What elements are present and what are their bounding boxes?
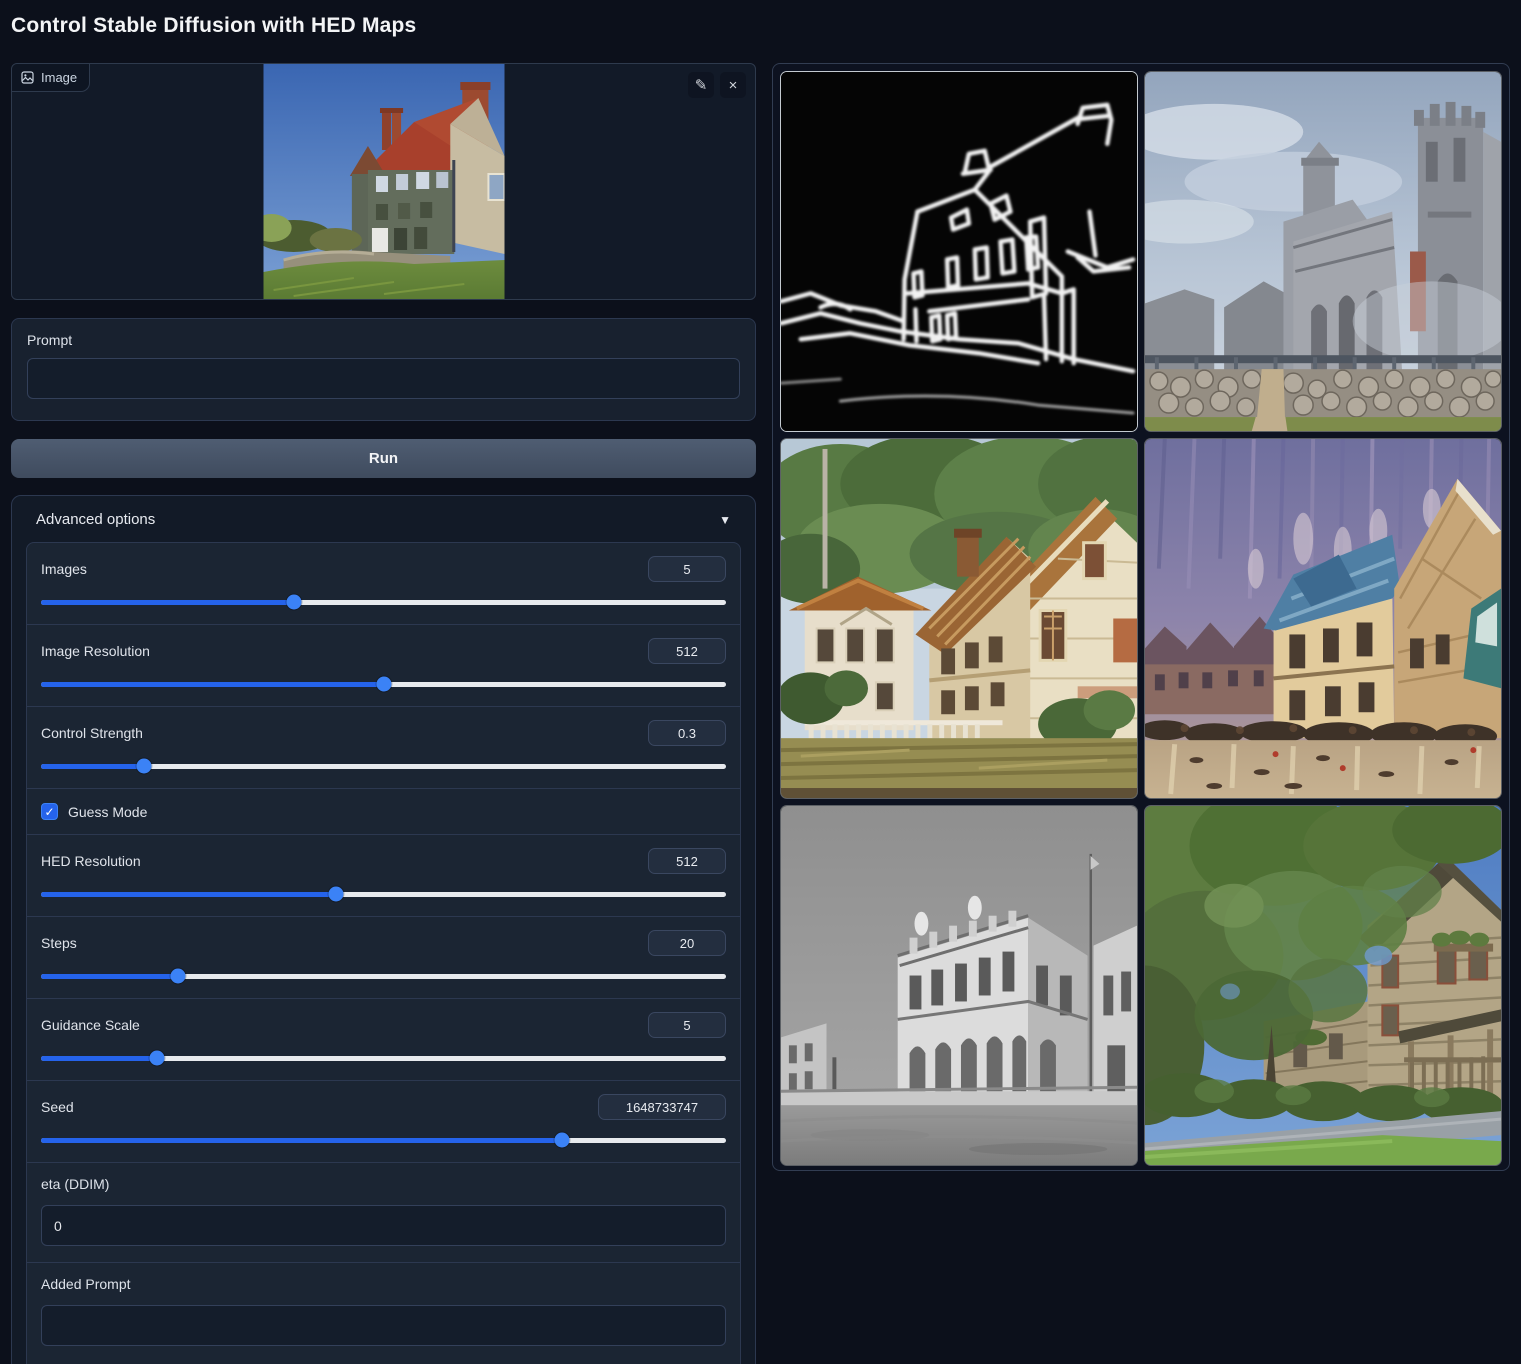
prompt-panel: Prompt xyxy=(11,318,756,421)
control-strength-label: Control Strength xyxy=(41,725,143,741)
wooden-house-image xyxy=(1145,806,1501,1165)
guess-mode-row: ✓ Guess Mode xyxy=(27,789,740,835)
steps-label: Steps xyxy=(41,935,77,951)
steps-number-input[interactable] xyxy=(648,930,726,956)
images-row: Images xyxy=(27,543,740,625)
collapse-arrow-icon: ▼ xyxy=(719,513,731,527)
added-prompt-input[interactable] xyxy=(41,1305,726,1346)
gallery-item-victorian-house[interactable] xyxy=(780,438,1138,799)
image-actions: ✎ × xyxy=(688,72,746,98)
seed-number-input[interactable] xyxy=(598,1094,726,1120)
eta-input[interactable] xyxy=(41,1205,726,1246)
advanced-options-header[interactable]: Advanced options ▼ xyxy=(26,496,741,542)
clear-image-button[interactable]: × xyxy=(720,72,746,98)
added-prompt-row: Added Prompt xyxy=(27,1263,740,1364)
advanced-options-title: Advanced options xyxy=(36,511,155,528)
page-title: Control Stable Diffusion with HED Maps xyxy=(11,14,416,38)
grayscale-building-image xyxy=(781,806,1137,1165)
app-root: Control Stable Diffusion with HED Maps I… xyxy=(0,0,1521,1364)
gallery-item-wooden-house[interactable] xyxy=(1144,805,1502,1166)
steps-slider[interactable] xyxy=(41,970,726,982)
close-icon: × xyxy=(729,78,738,93)
cathedral-image xyxy=(1145,72,1501,431)
control-strength-number-input[interactable] xyxy=(648,720,726,746)
prompt-label: Prompt xyxy=(27,332,740,348)
edit-image-button[interactable]: ✎ xyxy=(688,72,714,98)
hed-resolution-row: HED Resolution xyxy=(27,835,740,917)
guidance-scale-label: Guidance Scale xyxy=(41,1017,140,1033)
images-label: Images xyxy=(41,561,87,577)
prompt-input[interactable] xyxy=(27,358,740,399)
gallery-item-grayscale-building[interactable] xyxy=(780,805,1138,1166)
image-icon xyxy=(21,71,34,84)
guidance-scale-number-input[interactable] xyxy=(648,1012,726,1038)
seed-slider[interactable] xyxy=(41,1134,726,1146)
hed-resolution-slider-thumb[interactable] xyxy=(328,887,343,902)
control-strength-slider-thumb[interactable] xyxy=(136,759,151,774)
gallery-item-hed-map[interactable] xyxy=(780,71,1138,432)
control-strength-row: Control Strength xyxy=(27,707,740,789)
image-resolution-slider[interactable] xyxy=(41,678,726,690)
guess-mode-checkbox[interactable]: ✓ xyxy=(41,803,58,820)
image-resolution-number-input[interactable] xyxy=(648,638,726,664)
impressionist-painting-image xyxy=(1145,439,1501,798)
pencil-icon: ✎ xyxy=(695,78,708,93)
gallery-item-impressionist-painting[interactable] xyxy=(1144,438,1502,799)
eta-label: eta (DDIM) xyxy=(41,1176,726,1192)
seed-row: Seed xyxy=(27,1081,740,1163)
hed-resolution-number-input[interactable] xyxy=(648,848,726,874)
gallery-item-cathedral[interactable] xyxy=(1144,71,1502,432)
images-slider[interactable] xyxy=(41,596,726,608)
image-resolution-label: Image Resolution xyxy=(41,643,150,659)
uploaded-house-photo xyxy=(263,64,504,300)
advanced-options-form: Images Image Resolution xyxy=(26,542,741,1364)
guidance-scale-slider[interactable] xyxy=(41,1052,726,1064)
image-resolution-row: Image Resolution xyxy=(27,625,740,707)
hed-resolution-label: HED Resolution xyxy=(41,853,141,869)
steps-row: Steps xyxy=(27,917,740,999)
guidance-scale-row: Guidance Scale xyxy=(27,999,740,1081)
hed-resolution-slider[interactable] xyxy=(41,888,726,900)
run-button[interactable]: Run xyxy=(11,439,756,478)
guess-mode-label: Guess Mode xyxy=(68,804,147,820)
control-strength-slider[interactable] xyxy=(41,760,726,772)
steps-slider-thumb[interactable] xyxy=(171,969,186,984)
added-prompt-label: Added Prompt xyxy=(41,1276,726,1292)
input-image-panel: Image ✎ × xyxy=(11,63,756,300)
images-number-input[interactable] xyxy=(648,556,726,582)
image-component-label: Image xyxy=(12,64,90,92)
hed-map-image xyxy=(781,72,1137,431)
guidance-scale-slider-thumb[interactable] xyxy=(150,1051,165,1066)
victorian-house-image xyxy=(781,439,1137,798)
eta-row: eta (DDIM) xyxy=(27,1163,740,1263)
seed-slider-thumb[interactable] xyxy=(554,1133,569,1148)
controls-column: Image ✎ × xyxy=(11,63,756,1364)
uploaded-image[interactable] xyxy=(263,64,504,300)
images-slider-thumb[interactable] xyxy=(287,595,302,610)
seed-label: Seed xyxy=(41,1099,74,1115)
image-resolution-slider-thumb[interactable] xyxy=(376,677,391,692)
checkmark-icon: ✓ xyxy=(44,806,54,818)
output-gallery xyxy=(772,63,1510,1171)
image-label-text: Image xyxy=(41,70,77,85)
advanced-options-panel: Advanced options ▼ Images Image xyxy=(11,495,756,1364)
